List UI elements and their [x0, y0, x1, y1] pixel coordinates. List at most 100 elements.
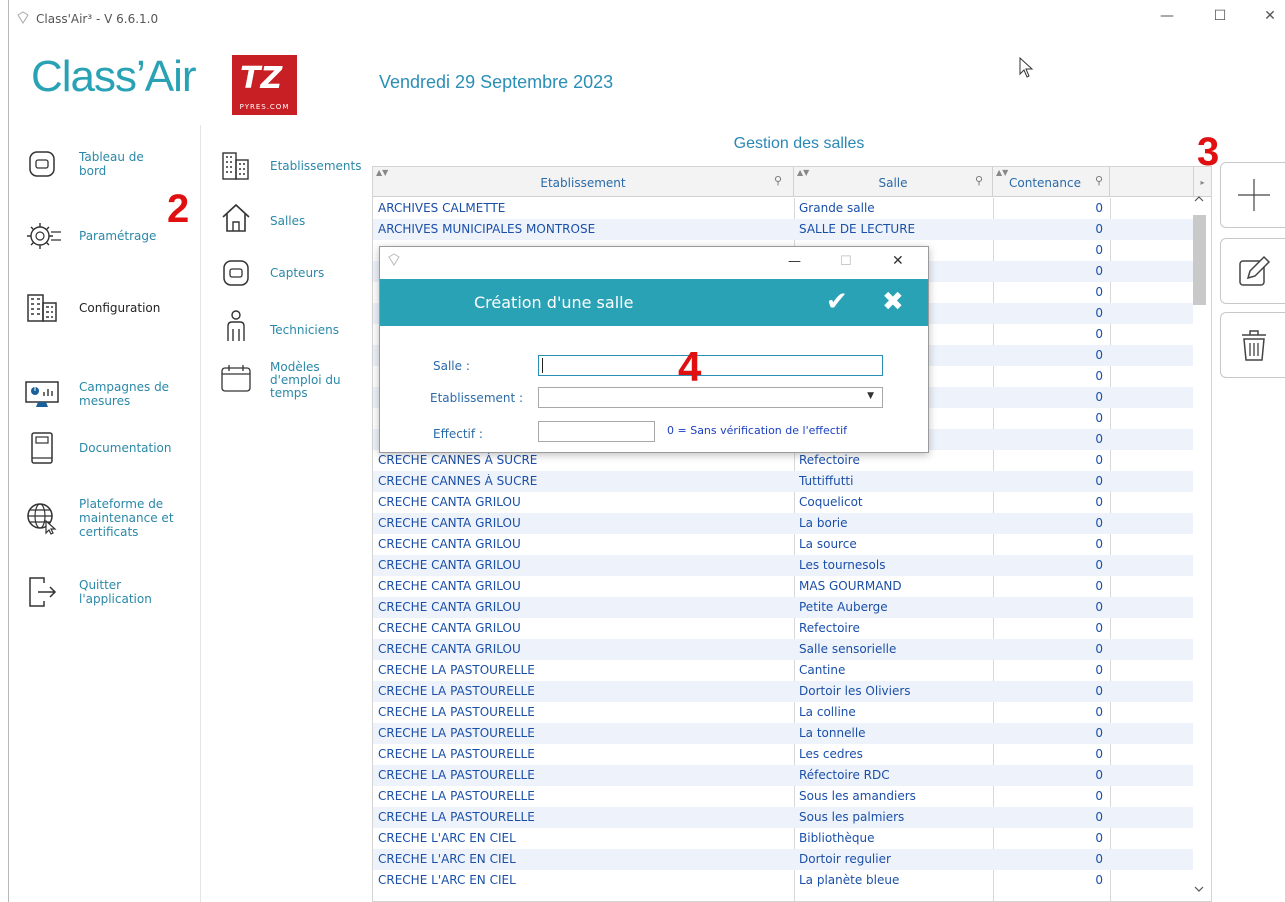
nav-quitter[interactable]: Quitter l'application [19, 572, 169, 612]
cell-etablissement: CRECHE CANNES À SUCRE [378, 474, 538, 488]
cell-contenance: 0 [1095, 705, 1103, 719]
cancel-x-icon[interactable]: ✖ [882, 287, 904, 317]
dialog-minimize-button[interactable]: — [788, 254, 801, 269]
cell-contenance: 0 [1095, 558, 1103, 572]
table-row[interactable]: CRECHE LA PASTOURELLE Dortoir les Olivier… [373, 681, 1193, 702]
delete-button[interactable] [1220, 312, 1285, 378]
minimize-button[interactable]: — [1152, 8, 1182, 24]
effectif-input[interactable] [538, 421, 655, 442]
cell-contenance: 0 [1095, 285, 1103, 299]
subnav-techniciens[interactable]: Techniciens [214, 306, 339, 346]
nav-configuration[interactable]: Configuration [19, 288, 160, 328]
vertical-scrollbar[interactable] [1188, 190, 1210, 902]
cell-contenance: 0 [1095, 852, 1103, 866]
table-row[interactable]: CRECHE CANTA GRILOU Salle sensorielle 0 [373, 639, 1193, 660]
table-row[interactable]: CRECHE CANNES À SUCRE Refectoire 0 [373, 450, 1193, 471]
table-row[interactable]: CRECHE LA PASTOURELLE Sous les palmiers 0 [373, 807, 1193, 828]
dialog-header: Création d'une salle ✔ ✖ [380, 279, 928, 326]
etablissement-label: Etablissement : [430, 391, 524, 405]
subnav-salles[interactable]: Salles [214, 198, 305, 238]
nav-tableau-de-bord[interactable]: Tableau de bord [19, 144, 164, 184]
cell-contenance: 0 [1095, 306, 1103, 320]
cell-salle: Les cedres [799, 747, 863, 761]
nav-plateforme-maintenance[interactable]: Plateforme de maintenance et certificats [19, 497, 189, 539]
table-row[interactable]: CRECHE CANNES À SUCRE Tuttiffutti 0 [373, 471, 1193, 492]
cell-salle: La colline [799, 705, 856, 719]
search-icon[interactable]: ⚲ [774, 174, 782, 187]
maximize-button[interactable]: ☐ [1205, 8, 1235, 24]
trash-icon [1241, 330, 1266, 361]
cell-etablissement: CRECHE CANTA GRILOU [378, 621, 521, 635]
salle-input[interactable] [538, 355, 883, 376]
cell-salle: Refectoire [799, 621, 860, 635]
scroll-up-icon[interactable] [1193, 195, 1205, 203]
scroll-down-icon[interactable] [1193, 885, 1205, 893]
table-row[interactable]: CRECHE CANTA GRILOU La source 0 [373, 534, 1193, 555]
table-row[interactable]: CRECHE CANTA GRILOU Petite Auberge 0 [373, 597, 1193, 618]
cell-contenance: 0 [1095, 474, 1103, 488]
etablissement-select[interactable]: ▼ [538, 387, 883, 408]
table-row[interactable]: CRECHE L'ARC EN CIEL La planète bleue 0 [373, 870, 1193, 891]
table-row[interactable]: CRECHE CANTA GRILOU MAS GOURMAND 0 [373, 576, 1193, 597]
nav-parametrage[interactable]: Paramétrage [19, 216, 156, 256]
subnav-etablissements[interactable]: Etablissements [214, 146, 361, 186]
table-row[interactable]: ARCHIVES CALMETTE Grande salle 0 [373, 198, 1193, 219]
table-row[interactable]: CRECHE LA PASTOURELLE La tonnelle 0 [373, 723, 1193, 744]
table-row[interactable]: CRECHE LA PASTOURELLE La colline 0 [373, 702, 1193, 723]
cell-salle: La planète bleue [799, 873, 900, 887]
nav-documentation[interactable]: Documentation [19, 428, 172, 468]
cell-etablissement: CRECHE LA PASTOURELLE [378, 663, 535, 677]
cell-salle: Coquelicot [799, 495, 863, 509]
table-row[interactable]: CRECHE LA PASTOURELLE Cantine 0 [373, 660, 1193, 681]
cell-contenance: 0 [1095, 579, 1103, 593]
add-button[interactable] [1220, 162, 1285, 228]
table-row[interactable]: CRECHE CANTA GRILOU Les tournesols 0 [373, 555, 1193, 576]
cell-salle: Bibliothèque [799, 831, 875, 845]
subnav-label: Modèles d'emploi du temps [270, 360, 341, 400]
edit-icon [1238, 255, 1270, 286]
column-header-salle[interactable]: ▲▼ Salle ⚲ [794, 167, 993, 197]
table-row[interactable]: CRECHE CANTA GRILOU Coquelicot 0 [373, 492, 1193, 513]
dialog-titlebar: — ☐ ✕ [380, 247, 928, 279]
subnav-modeles-emploi-du-temps[interactable]: Modèles d'emploi du temps [214, 358, 350, 400]
table-row[interactable]: CRECHE LA PASTOURELLE Sous les amandiers 0 [373, 786, 1193, 807]
subnav-capteurs[interactable]: Capteurs [214, 253, 324, 293]
cell-contenance: 0 [1095, 537, 1103, 551]
search-icon[interactable]: ⚲ [1095, 174, 1103, 187]
cell-etablissement: CRECHE LA PASTOURELLE [378, 684, 535, 698]
cell-etablissement: ARCHIVES CALMETTE [378, 201, 506, 215]
nav-label: Tableau de bord [79, 150, 144, 178]
table-row[interactable]: CRECHE LA PASTOURELLE Les cedres 0 [373, 744, 1193, 765]
scrollbar-thumb[interactable] [1193, 215, 1206, 305]
chevron-down-icon[interactable]: ▼ [867, 391, 874, 401]
cell-contenance: 0 [1095, 642, 1103, 656]
brand-logo-sub: PYRES.COM [239, 103, 290, 111]
cell-etablissement: ARCHIVES MUNICIPALES MONTROSE [378, 222, 596, 236]
cell-contenance: 0 [1095, 201, 1103, 215]
column-header-etablissement[interactable]: ▲▼ Etablissement ⚲ [373, 167, 794, 197]
cell-contenance: 0 [1095, 222, 1103, 236]
table-row[interactable]: CRECHE CANTA GRILOU La borie 0 [373, 513, 1193, 534]
table-row[interactable]: CRECHE L'ARC EN CIEL Bibliothèque 0 [373, 828, 1193, 849]
table-row[interactable]: ARCHIVES MUNICIPALES MONTROSE SALLE DE LE… [373, 219, 1193, 240]
close-button[interactable]: ✕ [1255, 8, 1285, 24]
cell-etablissement: CRECHE L'ARC EN CIEL [378, 831, 516, 845]
nav-campagnes-de-mesures[interactable]: Campagnes de mesures [19, 374, 179, 414]
subnav-label: Capteurs [270, 266, 325, 280]
cell-contenance: 0 [1095, 390, 1103, 404]
table-row[interactable]: CRECHE CANTA GRILOU Refectoire 0 [373, 618, 1193, 639]
cell-etablissement: CRECHE LA PASTOURELLE [378, 726, 535, 740]
brand-logo-text: TZ [240, 61, 283, 96]
table-row[interactable]: CRECHE LA PASTOURELLE Réfectoire RDC 0 [373, 765, 1193, 786]
nav-divider [200, 125, 201, 902]
search-icon[interactable]: ⚲ [975, 174, 983, 187]
dialog-close-button[interactable]: ✕ [892, 253, 904, 269]
brand-logo: TZ PYRES.COM [232, 55, 297, 115]
cell-salle: Dortoir les Oliviers [799, 684, 911, 698]
table-row[interactable]: CRECHE L'ARC EN CIEL Dortoir regulier 0 [373, 849, 1193, 870]
exit-icon [19, 572, 65, 612]
edit-button[interactable] [1220, 238, 1285, 304]
confirm-check-icon[interactable]: ✔ [826, 287, 848, 317]
column-header-contenance[interactable]: ▲▼ Contenance ⚲ [993, 167, 1110, 197]
cell-contenance: 0 [1095, 516, 1103, 530]
